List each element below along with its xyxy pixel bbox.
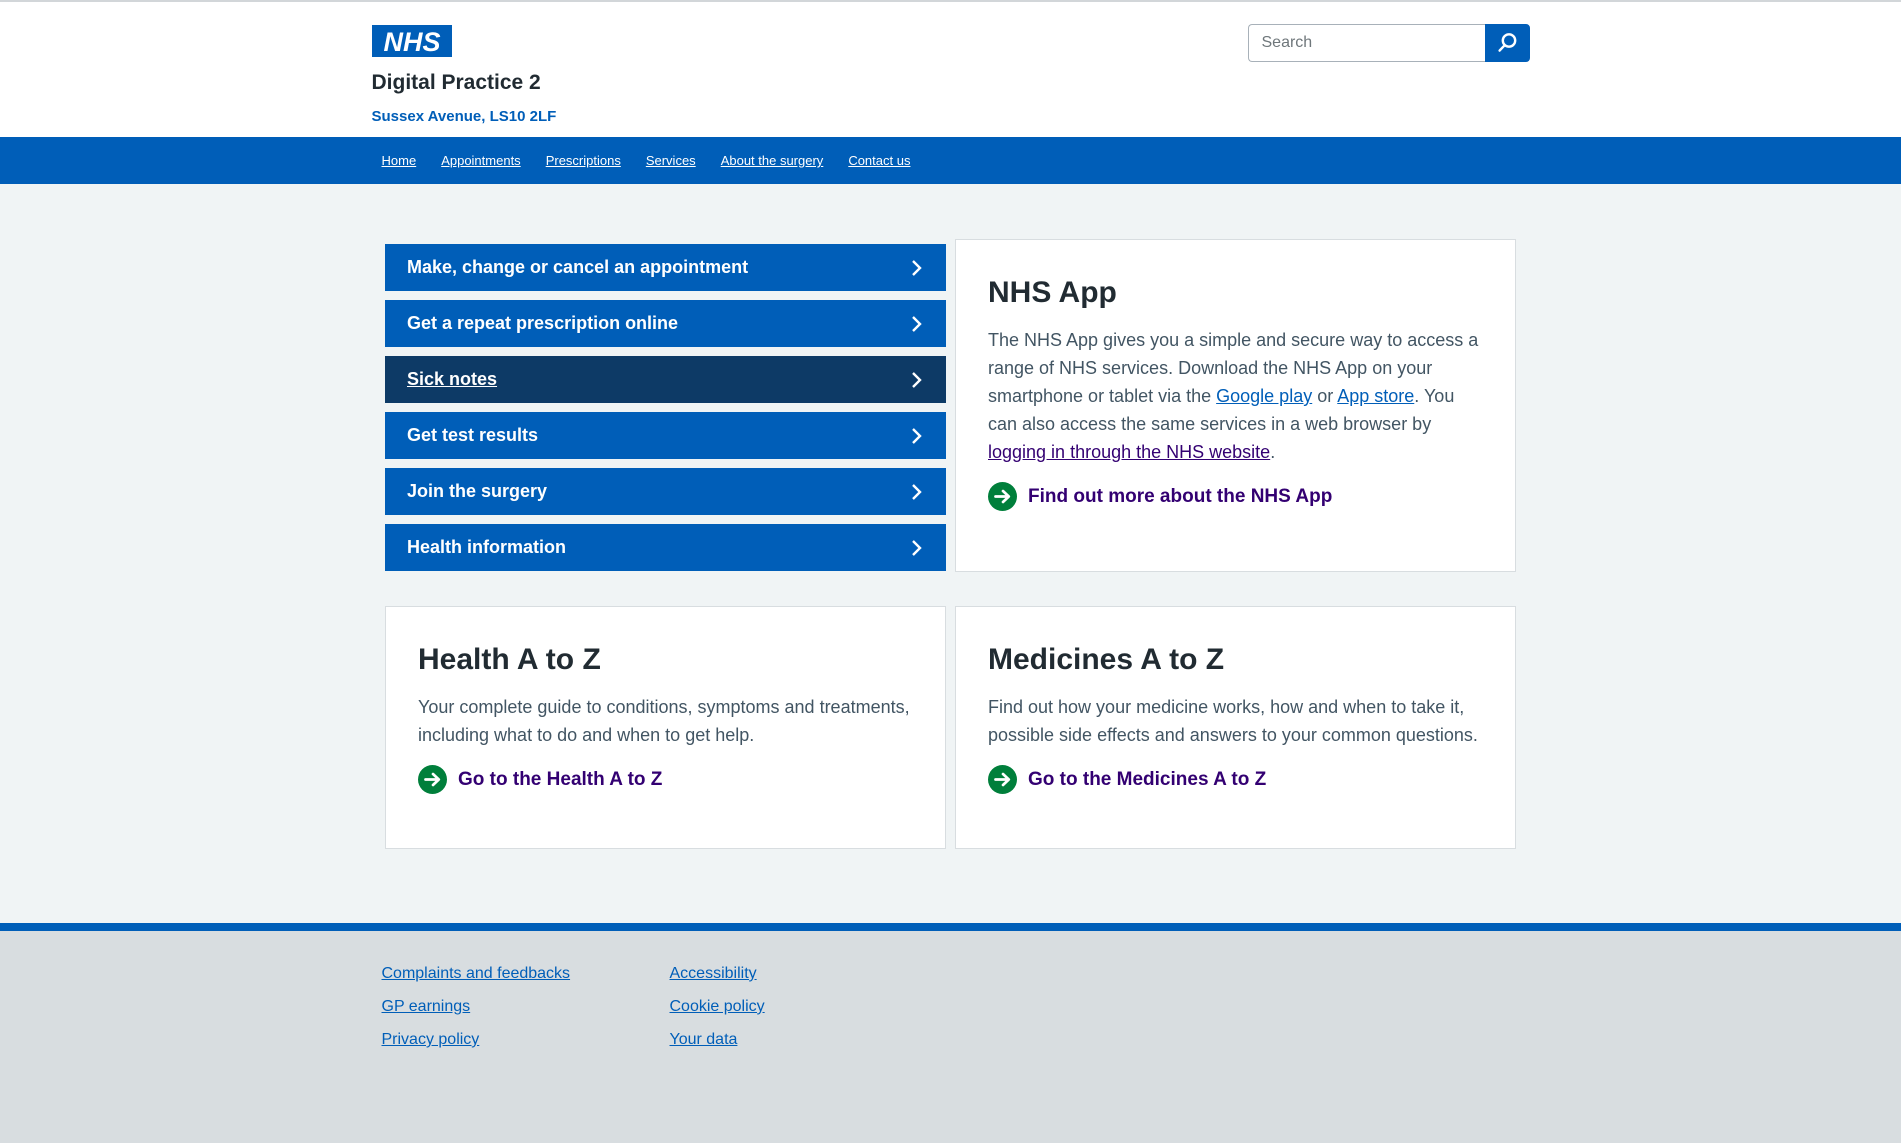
quick-link-label: Get test results bbox=[407, 425, 538, 446]
nav-item-contact-us[interactable]: Contact us bbox=[848, 153, 910, 168]
body-text: or bbox=[1312, 386, 1337, 406]
search-icon bbox=[1496, 32, 1518, 54]
arrow-right-circle-icon bbox=[988, 765, 1017, 794]
footer-column-2: Accessibility Cookie policy Your data bbox=[670, 965, 958, 1064]
footer-link-complaints[interactable]: Complaints and feedbacks bbox=[382, 965, 571, 983]
medicines-atoz-title: Medicines A to Z bbox=[988, 643, 1483, 676]
medicines-atoz-body: Find out how your medicine works, how an… bbox=[988, 693, 1483, 749]
quick-link-test-results[interactable]: Get test results bbox=[385, 412, 946, 459]
nhs-app-action-link[interactable]: Find out more about the NHS App bbox=[988, 482, 1332, 511]
footer-link-gp-earnings[interactable]: GP earnings bbox=[382, 998, 471, 1016]
quick-link-repeat-prescription[interactable]: Get a repeat prescription online bbox=[385, 300, 946, 347]
chevron-right-icon bbox=[911, 483, 922, 501]
quick-link-label: Join the surgery bbox=[407, 481, 547, 502]
chevron-right-icon bbox=[911, 315, 922, 333]
site-header: NHS Digital Practice 2 Sussex Avenue, LS… bbox=[0, 2, 1901, 137]
chevron-right-icon bbox=[911, 259, 922, 277]
site-footer: Complaints and feedbacks GP earnings Pri… bbox=[0, 923, 1901, 1143]
quick-links-list: Make, change or cancel an appointment Ge… bbox=[385, 244, 946, 572]
quick-link-label: Make, change or cancel an appointment bbox=[407, 257, 748, 278]
quick-link-label: Get a repeat prescription online bbox=[407, 313, 678, 334]
main-nav: Home Appointments Prescriptions Services… bbox=[0, 137, 1901, 184]
practice-address: Sussex Avenue, LS10 2LF bbox=[372, 108, 1530, 125]
arrow-right-circle-icon bbox=[418, 765, 447, 794]
quick-link-sick-notes[interactable]: Sick notes bbox=[385, 356, 946, 403]
footer-link-your-data[interactable]: Your data bbox=[670, 1031, 738, 1049]
chevron-right-icon bbox=[911, 539, 922, 557]
footer-column-1: Complaints and feedbacks GP earnings Pri… bbox=[382, 965, 670, 1064]
quick-link-make-appointment[interactable]: Make, change or cancel an appointment bbox=[385, 244, 946, 291]
search-form bbox=[1248, 24, 1530, 62]
medicines-atoz-action-link[interactable]: Go to the Medicines A to Z bbox=[988, 765, 1266, 794]
quick-link-join-surgery[interactable]: Join the surgery bbox=[385, 468, 946, 515]
chevron-right-icon bbox=[911, 427, 922, 445]
quick-link-label: Sick notes bbox=[407, 369, 497, 390]
chevron-right-icon bbox=[911, 371, 922, 389]
nhs-app-card-body: The NHS App gives you a simple and secur… bbox=[988, 326, 1483, 466]
search-input[interactable] bbox=[1248, 24, 1485, 62]
quick-link-health-information[interactable]: Health information bbox=[385, 524, 946, 571]
health-atoz-body: Your complete guide to conditions, sympt… bbox=[418, 693, 913, 749]
action-link-label: Go to the Health A to Z bbox=[458, 769, 662, 791]
footer-link-privacy-policy[interactable]: Privacy policy bbox=[382, 1031, 480, 1049]
nhs-logo-icon: NHS bbox=[372, 25, 452, 57]
footer-link-accessibility[interactable]: Accessibility bbox=[670, 965, 757, 983]
nav-item-appointments[interactable]: Appointments bbox=[441, 153, 521, 168]
health-atoz-card: Health A to Z Your complete guide to con… bbox=[385, 606, 946, 849]
health-atoz-action-link[interactable]: Go to the Health A to Z bbox=[418, 765, 662, 794]
svg-text:NHS: NHS bbox=[383, 27, 440, 57]
nhs-app-card-title: NHS App bbox=[988, 276, 1483, 309]
nav-item-about-the-surgery[interactable]: About the surgery bbox=[721, 153, 824, 168]
quick-link-label: Health information bbox=[407, 537, 566, 558]
nav-item-services[interactable]: Services bbox=[646, 153, 696, 168]
google-play-link[interactable]: Google play bbox=[1216, 386, 1312, 406]
action-link-label: Go to the Medicines A to Z bbox=[1028, 769, 1266, 791]
body-text: . bbox=[1270, 442, 1275, 462]
footer-link-cookie-policy[interactable]: Cookie policy bbox=[670, 998, 765, 1016]
arrow-right-circle-icon bbox=[988, 482, 1017, 511]
health-atoz-title: Health A to Z bbox=[418, 643, 913, 676]
medicines-atoz-card: Medicines A to Z Find out how your medic… bbox=[955, 606, 1516, 849]
nav-item-prescriptions[interactable]: Prescriptions bbox=[546, 153, 621, 168]
app-store-link[interactable]: App store bbox=[1337, 386, 1414, 406]
nhs-app-card: NHS App The NHS App gives you a simple a… bbox=[955, 239, 1516, 572]
main-content: Make, change or cancel an appointment Ge… bbox=[0, 184, 1901, 923]
nhs-logo[interactable]: NHS bbox=[372, 25, 452, 57]
search-button[interactable] bbox=[1485, 24, 1530, 62]
practice-name: Digital Practice 2 bbox=[372, 71, 1530, 95]
nav-item-home[interactable]: Home bbox=[382, 153, 417, 168]
action-link-label: Find out more about the NHS App bbox=[1028, 486, 1332, 508]
nhs-website-login-link[interactable]: logging in through the NHS website bbox=[988, 442, 1270, 462]
